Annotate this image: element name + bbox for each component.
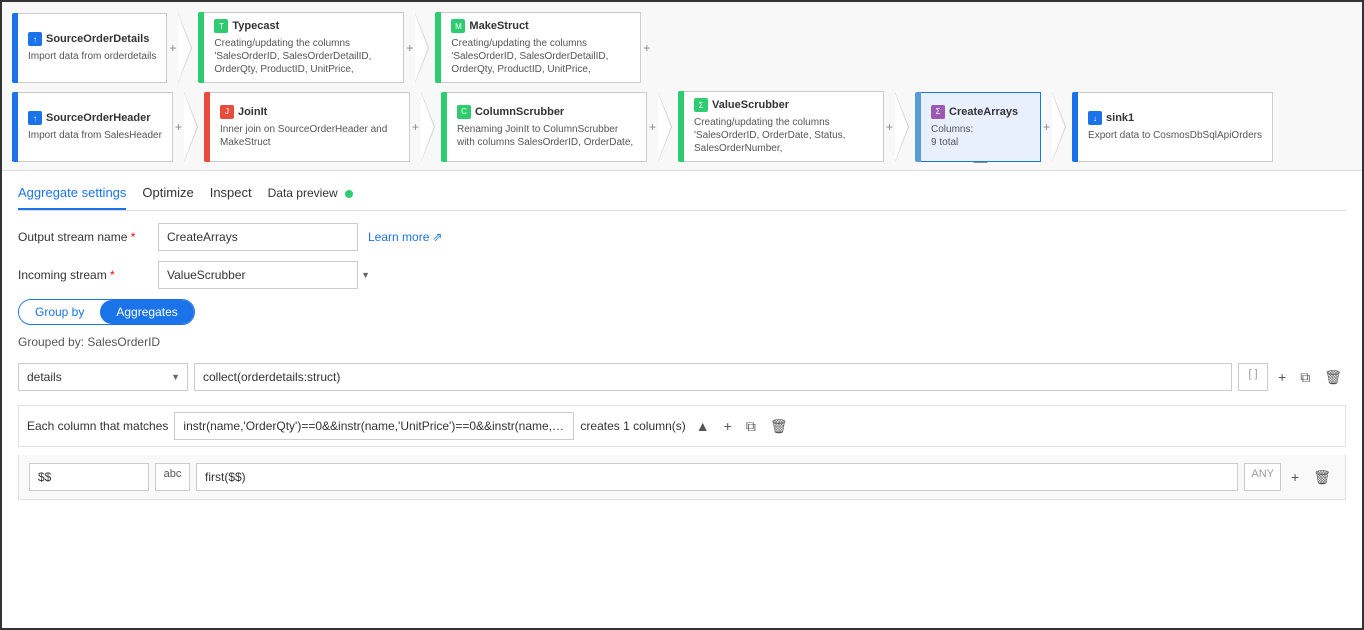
add-after-node-button[interactable]: + bbox=[884, 120, 895, 134]
node-title: SourceOrderHeader bbox=[46, 112, 151, 124]
tab-data-preview[interactable]: Data preview bbox=[268, 179, 354, 210]
sink-icon: ↓ bbox=[1088, 111, 1102, 125]
pipeline-node-source-order-details[interactable]: ↑ SourceOrderDetails Import data from or… bbox=[12, 13, 178, 83]
source-icon: ↑ bbox=[28, 111, 42, 125]
add-after-node-button[interactable]: + bbox=[1041, 120, 1052, 134]
typecast-icon: T bbox=[214, 19, 228, 33]
tab-aggregate-settings[interactable]: Aggregate settings bbox=[18, 179, 126, 210]
incoming-stream-select-wrapper[interactable]: ValueScrubber bbox=[158, 261, 378, 289]
external-link-icon: ⇗ bbox=[432, 230, 442, 244]
required-marker: * bbox=[131, 230, 136, 244]
add-after-node-button[interactable]: + bbox=[410, 120, 421, 134]
pipeline-node-typecast[interactable]: T Typecast Creating/updating the columns… bbox=[198, 12, 415, 83]
pipeline-node-joinit[interactable]: J JoinIt Inner join on SourceOrderHeader… bbox=[204, 92, 421, 162]
agg-add-button[interactable]: + bbox=[1274, 367, 1290, 387]
pipeline-node-source-order-header[interactable]: ↑ SourceOrderHeader Import data from Sal… bbox=[12, 92, 184, 162]
sub-expression-input[interactable] bbox=[196, 463, 1238, 491]
sub-delete-button[interactable]: 🗑 bbox=[1309, 467, 1335, 488]
group-by-aggregates-toggle[interactable]: Group by Aggregates bbox=[18, 299, 195, 325]
each-column-row: Each column that matches creates 1 colum… bbox=[18, 405, 1346, 447]
pipeline-node-make-struct[interactable]: M MakeStruct Creating/updating the colum… bbox=[435, 12, 652, 83]
agg-expression-input[interactable] bbox=[194, 363, 1232, 391]
arrow-connector bbox=[421, 92, 441, 162]
each-col-add-button[interactable]: + bbox=[720, 416, 736, 436]
node-description: Creating/updating the columns 'SalesOrde… bbox=[214, 37, 393, 76]
node-title: MakeStruct bbox=[469, 20, 528, 32]
grouped-by-label: Grouped by: SalesOrderID bbox=[18, 335, 1346, 349]
sub-input-field[interactable] bbox=[29, 463, 149, 491]
node-title: JoinIt bbox=[238, 106, 267, 118]
arrow-connector bbox=[1052, 92, 1072, 162]
sub-row-container: abc ANY + 🗑 bbox=[18, 455, 1346, 500]
node-description: Export data to CosmosDbSqlApiOrders bbox=[1088, 129, 1262, 142]
node-description: Import data from SalesHeader bbox=[28, 129, 162, 142]
output-stream-row: Output stream name * Learn more ⇗ bbox=[18, 223, 1346, 251]
each-column-expression-input[interactable] bbox=[174, 412, 574, 440]
settings-tabs: Aggregate settings Optimize Inspect Data… bbox=[18, 171, 1346, 211]
node-description: Renaming JoinIt to ColumnScrubber with c… bbox=[457, 123, 636, 149]
sub-any-badge: ANY bbox=[1244, 463, 1281, 491]
each-column-label: Each column that matches bbox=[27, 419, 168, 433]
node-description: Import data from orderdetails bbox=[28, 50, 156, 63]
node-description: Creating/updating the columns 'SalesOrde… bbox=[694, 116, 873, 155]
node-description: Inner join on SourceOrderHeader and Make… bbox=[220, 123, 399, 149]
each-col-copy-button[interactable]: ⧉ bbox=[742, 416, 760, 437]
add-after-node-button[interactable]: + bbox=[167, 41, 178, 55]
tab-optimize[interactable]: Optimize bbox=[142, 179, 193, 210]
pipeline-node-value-scrubber[interactable]: Σ ValueScrubber Creating/updating the co… bbox=[678, 91, 895, 162]
minimize-indicator: — bbox=[974, 153, 988, 169]
arrow-connector bbox=[658, 92, 678, 162]
tab-inspect[interactable]: Inspect bbox=[210, 179, 252, 210]
required-marker: * bbox=[110, 268, 115, 282]
pipeline-node-create-arrays[interactable]: Σ CreateArrays Columns:9 total — + bbox=[915, 92, 1052, 162]
source-icon: ↑ bbox=[28, 32, 42, 46]
arrow-connector bbox=[178, 13, 198, 83]
output-stream-input[interactable] bbox=[158, 223, 358, 251]
node-title: ValueScrubber bbox=[712, 99, 789, 111]
arrow-connector bbox=[895, 92, 915, 162]
node-title: SourceOrderDetails bbox=[46, 33, 149, 45]
learn-more-link[interactable]: Learn more ⇗ bbox=[368, 230, 442, 244]
agg-type-badge: [ ] bbox=[1238, 363, 1268, 391]
pipeline-node-sink1[interactable]: ↓ sink1 Export data to CosmosDbSqlApiOrd… bbox=[1072, 92, 1273, 162]
create-icon: Σ bbox=[931, 105, 945, 119]
add-after-node-button[interactable]: + bbox=[641, 41, 652, 55]
add-after-node-button[interactable]: + bbox=[404, 41, 415, 55]
node-title: Typecast bbox=[232, 20, 279, 32]
data-preview-dot bbox=[345, 190, 353, 198]
aggregates-row: details [ ] + ⧉ 🗑 bbox=[18, 359, 1346, 395]
output-stream-label: Output stream name * bbox=[18, 230, 148, 244]
agg-delete-button[interactable]: 🗑 bbox=[1320, 367, 1346, 388]
arrow-connector bbox=[184, 92, 204, 162]
sub-add-button[interactable]: + bbox=[1287, 467, 1303, 487]
add-after-node-button[interactable]: + bbox=[647, 120, 658, 134]
agg-copy-button[interactable]: ⧉ bbox=[1296, 367, 1314, 388]
value-icon: Σ bbox=[694, 98, 708, 112]
incoming-stream-select[interactable]: ValueScrubber bbox=[158, 261, 358, 289]
agg-column-select-wrapper[interactable]: details bbox=[18, 363, 188, 391]
collapse-button[interactable]: ▲ bbox=[692, 416, 714, 436]
each-col-delete-button[interactable]: 🗑 bbox=[766, 416, 792, 437]
creates-columns-label: creates 1 column(s) bbox=[580, 419, 685, 433]
aggregates-toggle-button[interactable]: Aggregates bbox=[100, 300, 193, 324]
toggle-row: Group by Aggregates bbox=[18, 299, 1346, 325]
sub-row: abc ANY + 🗑 bbox=[29, 463, 1335, 491]
makestruct-icon: M bbox=[451, 19, 465, 33]
sub-type-badge: abc bbox=[155, 463, 190, 491]
pipeline-node-column-scrubber[interactable]: C ColumnScrubber Renaming JoinIt to Colu… bbox=[441, 92, 658, 162]
add-after-node-button[interactable]: + bbox=[173, 120, 184, 134]
node-description: Columns:9 total bbox=[931, 123, 1030, 149]
node-title: ColumnScrubber bbox=[475, 106, 564, 118]
incoming-stream-label: Incoming stream * bbox=[18, 268, 148, 282]
node-description: Creating/updating the columns 'SalesOrde… bbox=[451, 37, 630, 76]
agg-column-select[interactable]: details bbox=[18, 363, 188, 391]
incoming-stream-row: Incoming stream * ValueScrubber bbox=[18, 261, 1346, 289]
node-title: CreateArrays bbox=[949, 106, 1018, 118]
arrow-connector bbox=[415, 13, 435, 83]
column-icon: C bbox=[457, 105, 471, 119]
group-by-toggle-button[interactable]: Group by bbox=[19, 300, 100, 324]
joinit-icon: J bbox=[220, 105, 234, 119]
node-title: sink1 bbox=[1106, 112, 1134, 124]
